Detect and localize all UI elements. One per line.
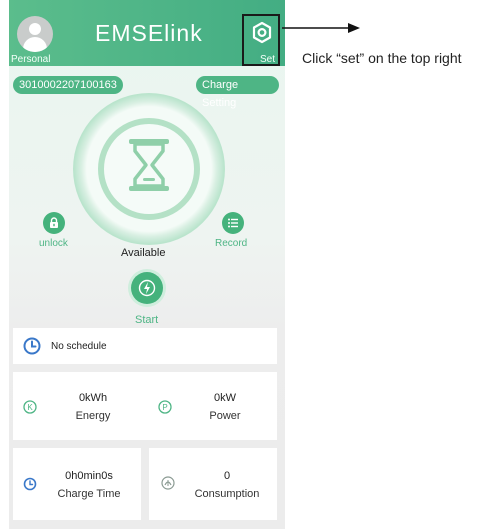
- gear-icon: [252, 21, 272, 44]
- lightning-icon: [138, 279, 156, 297]
- timer-icon: [23, 477, 37, 491]
- record-button[interactable]: [222, 212, 244, 234]
- charge-setting-button[interactable]: Charge Setting: [196, 76, 279, 109]
- consumption-icon: [161, 476, 175, 490]
- start-label: Start: [135, 314, 159, 326]
- svg-text:P: P: [162, 403, 167, 412]
- list-icon: [228, 218, 238, 228]
- power-p-icon: P: [158, 400, 172, 414]
- energy-value: 0kWh: [78, 392, 108, 404]
- unlock-button[interactable]: [43, 212, 65, 234]
- energy-label: Energy: [75, 410, 111, 422]
- header: Personal EMSElink Set: [9, 0, 285, 66]
- energy-power-card: K 0kWh Energy P 0kW Power: [13, 372, 277, 440]
- device-serial[interactable]: 3010002207100163: [13, 76, 123, 94]
- charge-time-card: 0h0min0s Charge Time: [13, 448, 141, 520]
- annotation-text: Click “set” on the top right: [302, 50, 462, 66]
- consumption-value: 0: [223, 470, 231, 482]
- charge-time-label: Charge Time: [57, 488, 121, 500]
- arrow-right-icon: [282, 23, 360, 33]
- app-title: EMSElink: [95, 20, 203, 46]
- schedule-text: No schedule: [51, 341, 107, 352]
- power-value: 0kW: [214, 392, 236, 404]
- consumption-card: 0 Consumption: [149, 448, 277, 520]
- energy-k-icon: K: [23, 400, 37, 414]
- svg-text:K: K: [27, 403, 33, 412]
- hourglass-icon: [129, 139, 169, 191]
- record-label: Record: [215, 238, 248, 249]
- charge-time-value: 0h0min0s: [65, 470, 113, 482]
- personal-label[interactable]: Personal: [11, 54, 50, 65]
- lock-icon: [50, 217, 58, 228]
- status-label: Available: [121, 247, 166, 259]
- set-label: Set: [260, 54, 276, 65]
- avatar-icon[interactable]: [17, 16, 53, 52]
- start-button[interactable]: [131, 272, 163, 304]
- clock-icon: [23, 337, 41, 355]
- app-screen: Personal EMSElink Set 3010002207100163 C…: [9, 0, 285, 529]
- power-label: Power: [209, 410, 241, 422]
- consumption-label: Consumption: [194, 488, 260, 500]
- schedule-card[interactable]: No schedule: [13, 328, 277, 364]
- unlock-label: unlock: [39, 238, 68, 249]
